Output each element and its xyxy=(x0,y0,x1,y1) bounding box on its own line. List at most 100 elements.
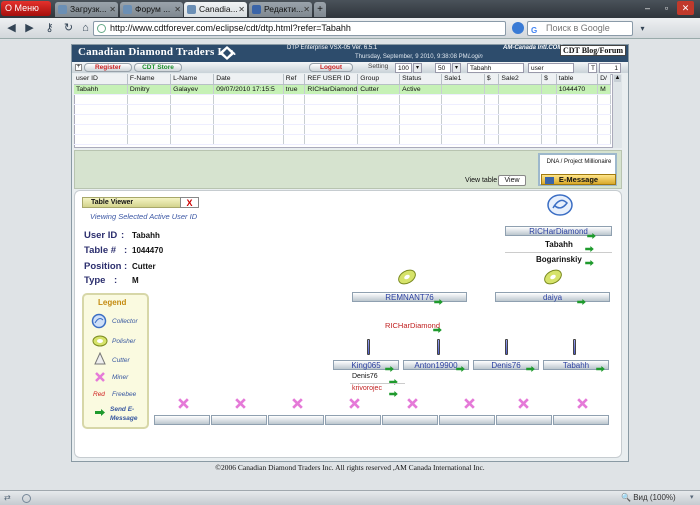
send-arrow-icon[interactable] xyxy=(587,231,596,239)
setting-a-input[interactable]: 100 xyxy=(395,63,412,73)
blog-forum-button[interactable]: CDT Blog/Forum xyxy=(560,45,626,56)
maximize-button[interactable]: ▫ xyxy=(658,1,675,15)
legend-polisher: Polisher xyxy=(112,338,136,345)
dna-title[interactable]: DNA / Project Millionaire xyxy=(542,159,616,165)
send-arrow-icon[interactable] xyxy=(456,364,465,372)
send-arrow-icon[interactable] xyxy=(385,364,394,372)
tab-favicon-icon xyxy=(58,5,67,14)
zoom-indicator[interactable]: 🔍 Вид (100%) xyxy=(621,493,676,502)
send-arrow-icon[interactable] xyxy=(526,364,535,372)
column-header[interactable]: Group xyxy=(357,74,401,85)
column-header[interactable]: Status xyxy=(399,74,443,85)
viewer-close-button[interactable]: X xyxy=(180,197,199,208)
logout-button[interactable]: Logout xyxy=(309,63,353,72)
tab-close-icon[interactable]: ✕ xyxy=(109,2,116,17)
table-cell xyxy=(484,134,500,145)
polisher-node-left[interactable]: REMNANT76 xyxy=(352,292,467,302)
table-cell xyxy=(399,104,443,115)
search-input[interactable]: G Поиск в Google xyxy=(527,21,633,36)
tab-close-icon[interactable]: ✕ xyxy=(238,2,245,17)
zoom-label: Вид (100%) xyxy=(633,493,676,502)
miner-slot[interactable] xyxy=(268,415,324,425)
scroll-up-icon[interactable]: ▲ xyxy=(614,75,621,82)
cutter-level-bar xyxy=(505,339,508,355)
divider xyxy=(505,252,612,253)
table-row[interactable]: Tabahh Dmitry Galayev 09/07/2010 17:15:5 tru… xyxy=(74,84,611,95)
table-cell xyxy=(74,114,128,125)
browser-tab[interactable]: Редакти... ✕ xyxy=(249,2,312,17)
column-header[interactable]: table xyxy=(556,74,599,85)
send-arrow-icon[interactable] xyxy=(596,364,605,372)
emessage-button[interactable]: E-Message xyxy=(541,174,616,185)
miner-slot[interactable] xyxy=(211,415,267,425)
referrer-user[interactable]: RICHarDiamond xyxy=(385,321,440,330)
miner-icon xyxy=(234,397,247,412)
column-header[interactable]: Sale2 xyxy=(498,74,543,85)
reload-icon[interactable]: ↻ xyxy=(61,21,76,36)
send-arrow-icon[interactable] xyxy=(577,297,586,305)
column-header[interactable]: user ID xyxy=(74,74,128,85)
column-header[interactable]: Sale1 xyxy=(441,74,485,85)
new-tab-button[interactable]: + xyxy=(314,2,326,17)
minimize-button[interactable]: – xyxy=(639,1,656,15)
send-arrow-icon[interactable] xyxy=(585,244,594,252)
close-window-button[interactable]: ✕ xyxy=(677,1,694,15)
panel-toggle-icon[interactable]: ⇄ xyxy=(4,493,14,503)
column-header[interactable]: Date xyxy=(213,74,284,85)
login-role-input[interactable]: user xyxy=(528,63,574,73)
key-icon[interactable]: ⚷ xyxy=(42,21,57,36)
send-arrow-icon[interactable] xyxy=(433,325,442,333)
miner-slot[interactable] xyxy=(496,415,552,425)
login-username-input[interactable]: Tabahh xyxy=(467,63,524,73)
cdt-store-button[interactable]: CDT Store xyxy=(134,63,182,72)
setting-b-input[interactable]: 50 xyxy=(435,63,451,73)
register-button[interactable]: Register xyxy=(84,63,132,72)
column-header[interactable]: REF USER ID xyxy=(304,74,359,85)
setting-a-dropdown-icon[interactable]: ▾ xyxy=(413,63,422,73)
table-cell xyxy=(283,104,306,115)
version-text: DTP Enterprise VSX-05 Ver. 6.5.1 xyxy=(287,45,378,51)
table-cell xyxy=(541,94,557,105)
miner-slot[interactable] xyxy=(439,415,495,425)
table-cell xyxy=(541,114,557,125)
send-arrow-icon[interactable] xyxy=(585,258,594,266)
speed-dial-icon[interactable] xyxy=(22,494,31,503)
freebee-swatch: Red xyxy=(93,391,105,398)
login-tier-input[interactable]: T xyxy=(588,63,597,73)
column-header[interactable]: L-Name xyxy=(170,74,215,85)
polisher-node-right[interactable]: daiya xyxy=(495,292,610,302)
browser-menu-button[interactable]: O Меню xyxy=(1,1,51,16)
search-dropdown-icon[interactable]: ▾ xyxy=(635,21,650,36)
browser-tab[interactable]: Загрузк... ✕ xyxy=(55,2,118,17)
column-header[interactable]: $ xyxy=(484,74,500,85)
back-icon[interactable]: ◀ xyxy=(4,21,19,36)
miner-slot[interactable] xyxy=(154,415,210,425)
send-arrow-icon[interactable] xyxy=(434,297,443,305)
grid-scrollbar[interactable]: ▲ xyxy=(612,74,622,148)
login-number-input[interactable]: 1 xyxy=(599,63,621,73)
send-arrow-icon[interactable] xyxy=(389,389,398,397)
setting-b-dropdown-icon[interactable]: ▾ xyxy=(452,63,461,73)
column-header[interactable]: Ref xyxy=(283,74,306,85)
table-cell xyxy=(127,94,172,105)
home-icon[interactable]: ⌂ xyxy=(78,21,93,36)
column-header[interactable]: $ xyxy=(541,74,557,85)
forward-icon[interactable]: ▶ xyxy=(22,21,37,36)
zoom-icon: 🔍 xyxy=(621,493,634,502)
column-header[interactable]: F-Name xyxy=(127,74,172,85)
setting-label: Setting xyxy=(368,63,389,70)
tab-close-icon[interactable]: ✕ xyxy=(174,2,181,17)
view-button[interactable]: View xyxy=(498,175,526,186)
url-input[interactable]: http://www.cdtforever.com/eclipse/cdt/dt… xyxy=(93,21,506,36)
browser-tab[interactable]: Форум ... ✕ xyxy=(120,2,183,17)
opera-link-icon[interactable] xyxy=(512,22,524,34)
miner-slot[interactable] xyxy=(325,415,381,425)
browser-tab-active[interactable]: Canadia... ✕ xyxy=(184,2,247,17)
miner-slot[interactable] xyxy=(553,415,609,425)
miner-slot[interactable] xyxy=(382,415,438,425)
column-header[interactable]: D/ xyxy=(597,74,611,85)
page-footer: ©2006 Canadian Diamond Traders Inc. All … xyxy=(215,463,485,472)
tab-close-icon[interactable]: ✕ xyxy=(303,2,310,17)
plus-toggle-button[interactable]: + xyxy=(75,64,82,71)
zoom-dropdown-icon[interactable]: ▾ xyxy=(690,493,694,501)
